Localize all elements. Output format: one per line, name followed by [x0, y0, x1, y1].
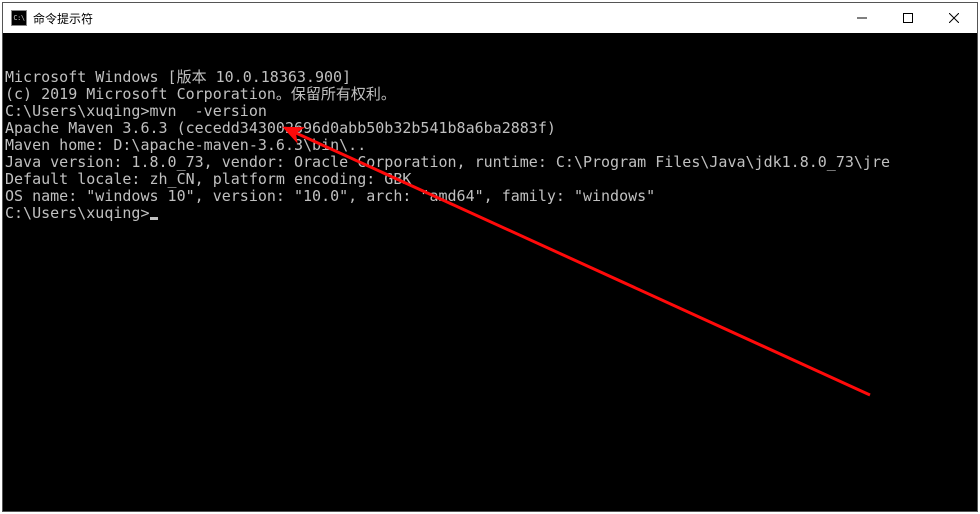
cmd-icon: C:\ [11, 10, 27, 26]
maximize-icon [903, 13, 913, 23]
console-line: Apache Maven 3.6.3 (cecedd343002696d0abb… [5, 120, 975, 137]
console-line: OS name: "windows 10", version: "10.0", … [5, 188, 975, 205]
maximize-button[interactable] [885, 3, 931, 33]
close-button[interactable] [931, 3, 977, 33]
console-line: Microsoft Windows [版本 10.0.18363.900] [5, 69, 975, 86]
minimize-icon [857, 13, 867, 23]
console-line: (c) 2019 Microsoft Corporation。保留所有权利。 [5, 86, 975, 103]
window-controls [839, 3, 977, 33]
close-icon [949, 13, 959, 23]
console-line: C:\Users\xuqing> [5, 205, 975, 222]
console-output[interactable]: Microsoft Windows [版本 10.0.18363.900](c)… [3, 33, 977, 511]
titlebar-left: C:\ 命令提示符 [3, 10, 93, 27]
console-line: Default locale: zh_CN, platform encoding… [5, 171, 975, 188]
console-line: Maven home: D:\apache-maven-3.6.3\bin\.. [5, 137, 975, 154]
cursor [150, 217, 158, 220]
console-line: Java version: 1.8.0_73, vendor: Oracle C… [5, 154, 975, 171]
command-prompt-window: C:\ 命令提示符 Microsoft Windows [版本 10.0.183… [2, 2, 978, 512]
minimize-button[interactable] [839, 3, 885, 33]
titlebar[interactable]: C:\ 命令提示符 [3, 3, 977, 33]
console-line: C:\Users\xuqing>mvn -version [5, 103, 975, 120]
window-title: 命令提示符 [33, 10, 93, 27]
